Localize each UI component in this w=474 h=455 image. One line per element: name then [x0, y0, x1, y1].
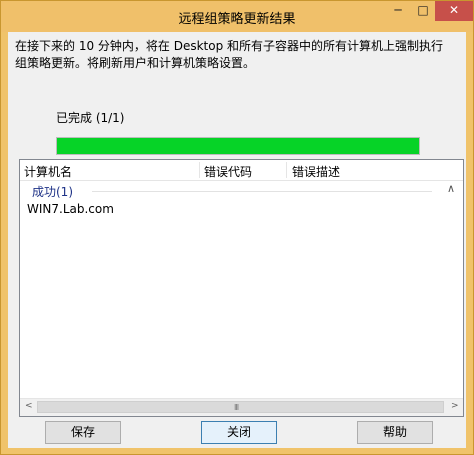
column-computer-name[interactable]: 计算机名 — [24, 163, 72, 180]
progress-bar — [56, 137, 420, 155]
list-header: 计算机名 错误代码 错误描述 — [20, 160, 463, 181]
close-button[interactable]: 关闭 — [201, 421, 277, 444]
progress-status: 已完成 (1/1) — [56, 111, 125, 125]
column-separator[interactable] — [199, 162, 200, 178]
horizontal-scrollbar[interactable]: < III > — [20, 398, 463, 416]
group-header-success[interactable]: 成功(1) — [32, 183, 73, 200]
dialog-body: 在接下来的 10 分钟内，将在 Desktop 和所有子容器中的所有计算机上强制… — [8, 32, 466, 448]
description-text: 在接下来的 10 分钟内，将在 Desktop 和所有子容器中的所有计算机上强制… — [15, 39, 444, 70]
minimize-button[interactable]: ─ — [385, 1, 411, 21]
help-button[interactable]: 帮助 — [357, 421, 433, 444]
title-bar[interactable]: 远程组策略更新结果 ─ □ ✕ — [1, 1, 473, 32]
close-window-button[interactable]: ✕ — [435, 1, 473, 21]
list-item[interactable]: WIN7.Lab.com — [27, 202, 114, 216]
column-error-description[interactable]: 错误描述 — [292, 163, 340, 180]
results-list[interactable]: 计算机名 错误代码 错误描述 成功(1) ∧ WIN7.Lab.com < II… — [19, 159, 464, 417]
grip-icon: III — [234, 403, 239, 412]
maximize-button[interactable]: □ — [411, 1, 435, 21]
column-separator[interactable] — [286, 162, 287, 178]
save-button[interactable]: 保存 — [45, 421, 121, 444]
chevron-up-icon[interactable]: ∧ — [447, 182, 455, 195]
column-error-code[interactable]: 错误代码 — [204, 163, 252, 180]
progress-bar-fill — [57, 138, 419, 154]
group-divider — [92, 191, 432, 192]
scroll-right-icon[interactable]: > — [451, 401, 459, 411]
dialog-window: 远程组策略更新结果 ─ □ ✕ 在接下来的 10 分钟内，将在 Desktop … — [0, 0, 474, 455]
scroll-left-icon[interactable]: < — [25, 401, 33, 411]
scrollbar-thumb[interactable]: III — [37, 401, 444, 413]
